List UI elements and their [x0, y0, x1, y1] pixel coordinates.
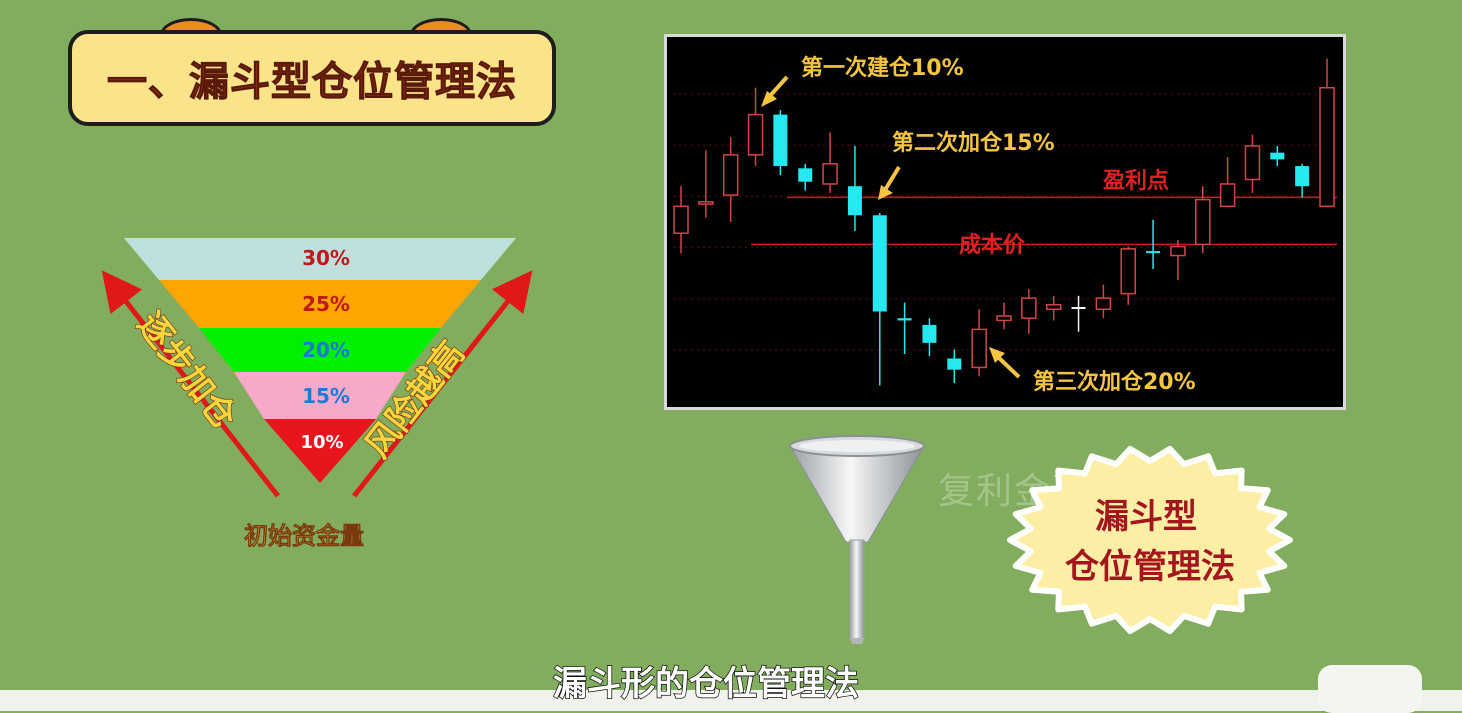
candle-body [1244, 145, 1261, 181]
cost-price-label: 成本价 [959, 233, 1026, 258]
candle-body [822, 163, 838, 185]
candle-body [1146, 251, 1161, 254]
candle-body [747, 113, 764, 156]
candle-body [1095, 297, 1112, 311]
funnel-label-25: 25% [302, 292, 350, 316]
candle-body [1120, 248, 1136, 295]
badge-line-2: 仓位管理法 [1065, 547, 1235, 587]
candle-body [996, 315, 1012, 322]
profit-point-label: 盈利点 [1102, 168, 1169, 194]
method-badge: 漏斗型 仓位管理法 [1007, 445, 1293, 635]
annotation-second-position: 第二次加仓15% [892, 130, 1055, 156]
candle-body [971, 328, 987, 369]
funnel-icon [789, 435, 925, 644]
badge-line-1: 漏斗型 [1095, 497, 1197, 537]
funnel-pyramid: 30% 25% 20% 15% 10% 逐步加仓 风险越高 [101, 238, 533, 498]
corner-logo-icon [1318, 665, 1422, 713]
candle-body [1170, 245, 1186, 257]
subtitle: 漏斗形的仓位管理法 [552, 663, 860, 705]
annotation-arrow-second [878, 165, 901, 200]
funnel-label-30: 30% [302, 246, 350, 270]
candle-body [1021, 297, 1037, 319]
candlestick-chart-panel: 第一次建仓10% 第二次加仓15% 第三次加仓20% 盈利点 成本价 [664, 34, 1346, 410]
candle-body [1071, 307, 1086, 310]
candle-body [872, 215, 887, 312]
candle-body [698, 201, 714, 205]
candlestick-chart: 第一次建仓10% 第二次加仓15% 第三次加仓20% 盈利点 成本价 [673, 55, 1337, 395]
annotation-arrow-first [761, 75, 789, 107]
title-card: 一、漏斗型仓位管理法 [68, 30, 556, 126]
candle-body [773, 114, 788, 167]
annotation-first-position: 第一次建仓10% [801, 55, 964, 81]
candle-body [673, 205, 689, 234]
candle-body [847, 186, 862, 216]
candle-body [1045, 304, 1062, 311]
funnel-label-10: 10% [300, 432, 343, 453]
candle-body [897, 318, 912, 321]
candle-body [1270, 152, 1285, 160]
candle-body [722, 154, 739, 196]
badge-starburst [1007, 445, 1293, 635]
candle-body [1319, 87, 1335, 208]
candle-body [798, 168, 813, 182]
initial-capital-label: 初始资金量 [244, 522, 365, 551]
candle-body [947, 358, 962, 370]
funnel-label-15: 15% [302, 384, 350, 408]
page-title: 一、漏斗型仓位管理法 [107, 59, 517, 106]
candle-body [1219, 183, 1236, 208]
annotation-third-position: 第三次加仓20% [1033, 369, 1196, 395]
candle-body [922, 324, 937, 343]
funnel-label-20: 20% [302, 338, 350, 362]
candle-body [1295, 166, 1310, 187]
annotation-arrow-third [989, 347, 1021, 379]
candle-body [1195, 198, 1211, 246]
